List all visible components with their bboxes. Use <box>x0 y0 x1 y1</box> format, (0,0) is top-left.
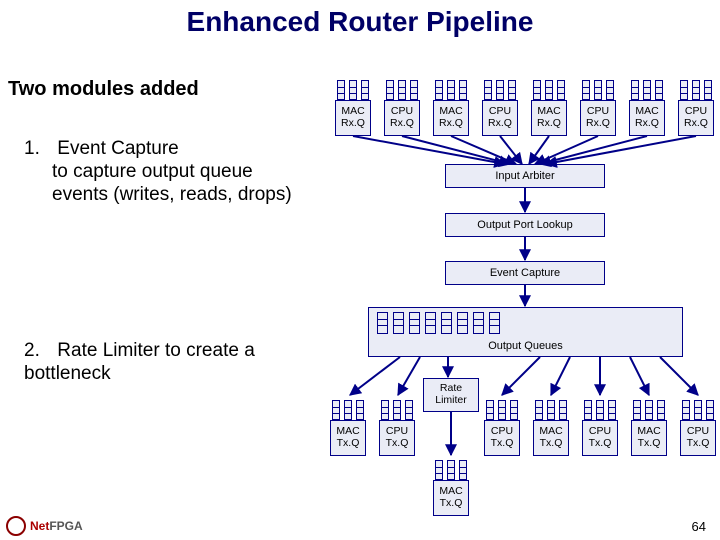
oq-col-icon <box>409 312 420 334</box>
txq-icon <box>631 396 667 420</box>
bullet-1-sub: to capture output queue events (writes, … <box>52 161 304 207</box>
rxq-box: CPU Rx.Q <box>678 100 714 136</box>
rxq-box: MAC Rx.Q <box>335 100 371 136</box>
oq-col-icon <box>441 312 452 334</box>
txq-box: MAC Tx.Q <box>631 420 667 456</box>
txq-icon <box>582 396 618 420</box>
oq-col-icon <box>377 312 388 334</box>
bullet-1-num: 1. <box>24 138 52 161</box>
bullet-1-head: Event Capture <box>57 138 178 159</box>
output-queues-box: Output Queues <box>368 307 683 357</box>
logo: NetFPGA <box>6 516 83 536</box>
bullet-2-head: Rate Limiter <box>57 340 159 361</box>
oq-col-icon <box>425 312 436 334</box>
txq-box: MAC Tx.Q <box>330 420 366 456</box>
rxq-box: MAC Rx.Q <box>531 100 567 136</box>
rate-limiter-box: Rate Limiter <box>423 378 479 412</box>
rxq-icon <box>482 76 518 100</box>
event-capture-box: Event Capture <box>445 261 605 285</box>
output-port-lookup-box: Output Port Lookup <box>445 213 605 237</box>
rxq-box: MAC Rx.Q <box>629 100 665 136</box>
oq-col-icon <box>489 312 500 334</box>
rxq-box: CPU Rx.Q <box>384 100 420 136</box>
txq-icon <box>433 456 469 480</box>
rxq-icon <box>678 76 714 100</box>
logo-text-a: Net <box>30 519 49 533</box>
bullet-2-num: 2. <box>24 340 52 363</box>
slide-title: Enhanced Router Pipeline <box>0 6 720 38</box>
rxq-icon <box>335 76 371 100</box>
oq-col-icon <box>457 312 468 334</box>
bullet-1: 1. Event Capture to capture output queue… <box>24 138 304 206</box>
logo-text-b: FPGA <box>49 519 82 533</box>
rxq-box: MAC Rx.Q <box>433 100 469 136</box>
bullet-2: 2. Rate Limiter to create a bottleneck <box>24 340 304 386</box>
output-queues-label: Output Queues <box>488 340 563 352</box>
txq-box: CPU Tx.Q <box>582 420 618 456</box>
rxq-icon <box>629 76 665 100</box>
txq-box: MAC Tx.Q <box>533 420 569 456</box>
rxq-icon <box>531 76 567 100</box>
input-arbiter-box: Input Arbiter <box>445 164 605 188</box>
txq-box-bottom: MAC Tx.Q <box>433 480 469 516</box>
logo-ring-icon <box>6 516 26 536</box>
txq-icon <box>330 396 366 420</box>
txq-box: CPU Tx.Q <box>484 420 520 456</box>
subtitle: Two modules added <box>8 78 199 101</box>
oq-col-icon <box>473 312 484 334</box>
txq-icon <box>680 396 716 420</box>
rxq-icon <box>384 76 420 100</box>
txq-icon <box>484 396 520 420</box>
page-number: 64 <box>692 519 706 534</box>
txq-icon <box>533 396 569 420</box>
rxq-icon <box>433 76 469 100</box>
txq-box: CPU Tx.Q <box>379 420 415 456</box>
rxq-box: CPU Rx.Q <box>482 100 518 136</box>
txq-icon <box>379 396 415 420</box>
rxq-box: CPU Rx.Q <box>580 100 616 136</box>
oq-col-icon <box>393 312 404 334</box>
txq-box: CPU Tx.Q <box>680 420 716 456</box>
rxq-icon <box>580 76 616 100</box>
